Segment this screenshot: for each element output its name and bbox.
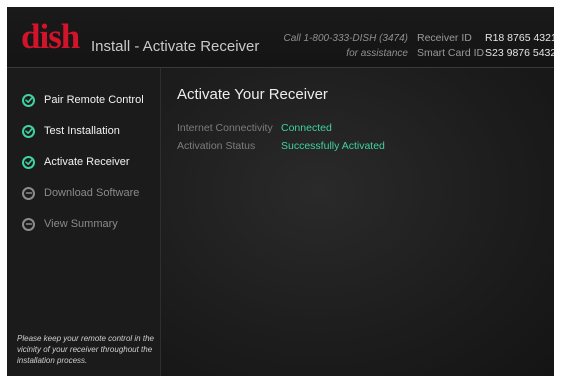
step-label: Download Software [44, 187, 140, 199]
assistance-phone: Call 1-800-333-DISH (3474) [283, 33, 408, 44]
device-ids: Receiver ID R18 8765 4321 Smart Card IDS2… [417, 31, 554, 61]
minus-circle-icon [22, 186, 35, 200]
remote-proximity-note: Please keep your remote control in the v… [17, 334, 154, 365]
activation-status: Successfully Activated [281, 140, 385, 152]
tv-screen: dish Install - Activate Receiver Call 1-… [7, 7, 554, 376]
internet-connectivity-row: Internet Connectivity Connected [177, 122, 332, 134]
minus-circle-icon [22, 217, 35, 231]
dish-logo: dish [21, 17, 80, 56]
receiver-id-label: Receiver ID [417, 32, 472, 44]
connectivity-status: Connected [281, 122, 332, 134]
assistance-info: Call 1-800-333-DISH (3474) for assistanc… [283, 31, 408, 61]
step-download-software[interactable]: Download Software [22, 183, 139, 203]
receiver-id-row: Receiver ID R18 8765 4321 [417, 31, 554, 46]
receiver-id-value: R18 8765 4321 [485, 32, 554, 44]
check-circle-icon [22, 93, 35, 107]
step-label: Activate Receiver [44, 156, 130, 168]
step-label: View Summary [44, 218, 118, 230]
step-test-installation[interactable]: Test Installation [22, 121, 120, 141]
smart-card-id-value: S23 9876 5432 [485, 47, 554, 59]
header-bar: dish Install - Activate Receiver Call 1-… [7, 7, 554, 68]
info-label: Activation Status [177, 140, 256, 152]
step-view-summary[interactable]: View Summary [22, 214, 118, 234]
install-steps-sidebar: Pair Remote Control Test Installation Ac… [7, 68, 161, 376]
section-title: Activate Your Receiver [177, 86, 328, 103]
assistance-caption: for assistance [346, 48, 408, 59]
step-activate-receiver[interactable]: Activate Receiver [22, 152, 130, 172]
page-title: Install - Activate Receiver [91, 38, 260, 55]
check-circle-icon [22, 155, 35, 169]
activation-status-row: Activation Status Successfully Activated [177, 140, 385, 152]
smart-card-id-label: Smart Card ID [417, 47, 485, 59]
smart-card-id-row: Smart Card IDS23 9876 5432 [417, 46, 554, 61]
check-circle-icon [22, 124, 35, 138]
info-label: Internet Connectivity [177, 122, 273, 134]
step-label: Test Installation [44, 125, 120, 137]
main-panel: Activate Your Receiver Internet Connecti… [161, 68, 554, 376]
step-pair-remote[interactable]: Pair Remote Control [22, 90, 144, 110]
step-label: Pair Remote Control [44, 94, 144, 106]
